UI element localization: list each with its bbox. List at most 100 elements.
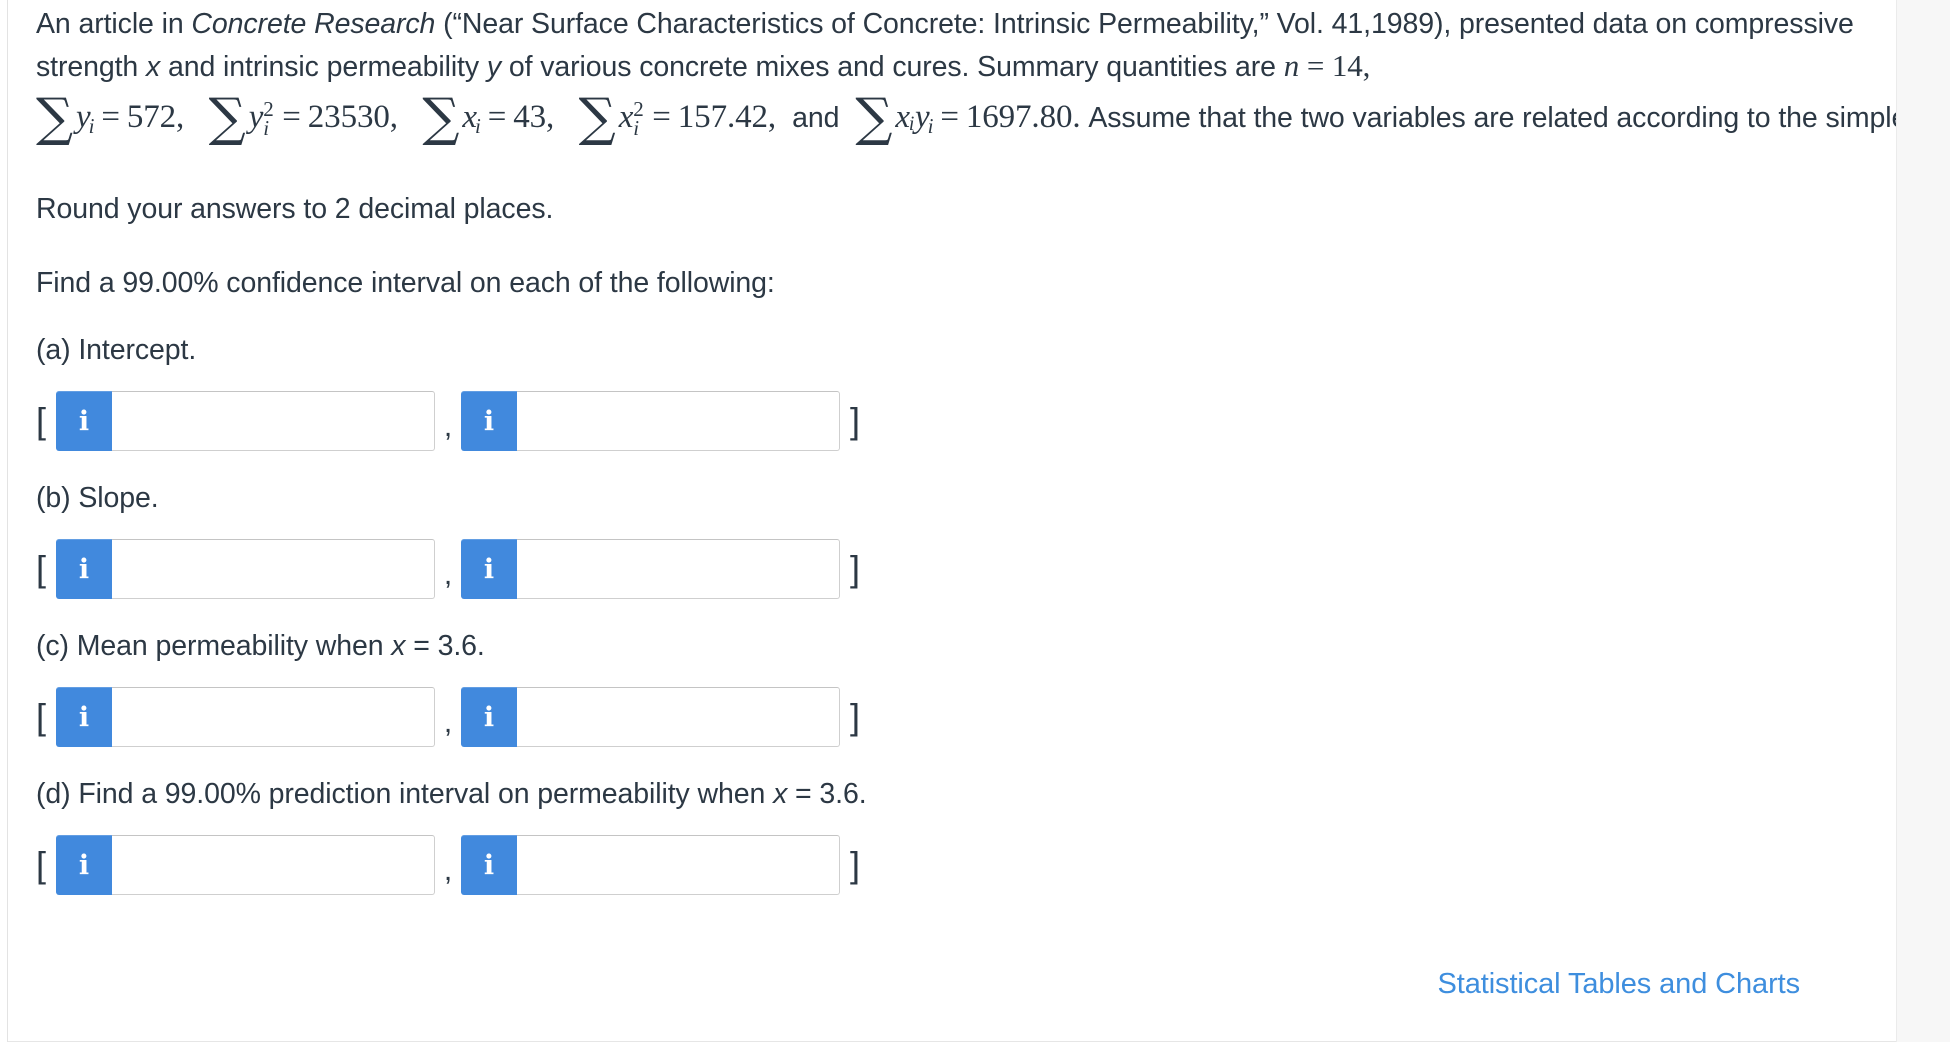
part-c-label: (c) Mean permeability when x = 3.6. xyxy=(36,628,1866,664)
summary-variable-4: x xyxy=(618,99,634,135)
question-content: An article in Concrete Research (“Near S… xyxy=(36,0,1950,896)
part-d-upper-input[interactable] xyxy=(517,835,840,896)
instruction-text: Find a 99.00% confidence interval on eac… xyxy=(36,267,775,300)
part-c-variable: x xyxy=(391,630,406,663)
summary-equals-4: = xyxy=(652,99,671,135)
summary-equals-5: = xyxy=(940,99,959,135)
info-icon-glyph: i xyxy=(78,405,90,437)
sample-size-symbol: n xyxy=(1283,48,1300,83)
summary-value-5: 1697.80. xyxy=(965,99,1081,135)
part-c-lower-input[interactable] xyxy=(112,687,435,748)
summary-variable-2: y xyxy=(248,99,264,135)
info-icon[interactable]: i xyxy=(461,391,517,452)
statistical-tables-and-charts-link[interactable]: Statistical Tables and Charts xyxy=(1438,968,1801,1000)
part-a-lower-input[interactable] xyxy=(112,391,435,452)
summary-equals-1: = xyxy=(101,99,120,135)
info-icon-glyph: i xyxy=(483,405,495,437)
info-icon-glyph: i xyxy=(483,849,495,881)
info-icon-glyph: i xyxy=(78,701,90,733)
part-c-label-pre: (c) Mean permeability when xyxy=(36,630,392,663)
info-icon[interactable]: i xyxy=(56,539,112,600)
part-b-upper-input[interactable] xyxy=(517,539,840,600)
question-page: An article in Concrete Research (“Near S… xyxy=(0,0,1950,1042)
comma-separator-c: , xyxy=(443,706,453,740)
part-d-variable: x xyxy=(773,778,788,811)
open-bracket-a: [ xyxy=(36,400,47,442)
comma-separator-a: , xyxy=(443,410,453,444)
part-d-label: (d) Find a 99.00% prediction interval on… xyxy=(36,776,1866,812)
summation-symbol-1: ∑ xyxy=(36,88,74,148)
summation-symbol-2: ∑ xyxy=(208,88,246,148)
part-b-lower-bound-group: i xyxy=(56,539,435,600)
part-b-lower-input[interactable] xyxy=(112,539,435,600)
summary-subsup-2: 2i xyxy=(263,94,275,140)
part-b-label: (b) Slope. xyxy=(36,482,159,515)
info-icon[interactable]: i xyxy=(461,835,517,896)
part-b-answer-row: [ i , i ] xyxy=(36,538,1866,600)
intro-text-1: An article in xyxy=(36,8,192,40)
summation-symbol-4: ∑ xyxy=(578,88,616,148)
part-d-label-post: = 3.6. xyxy=(787,778,867,811)
summary-variable-5: xᵢy xyxy=(895,99,930,135)
part-c-upper-input[interactable] xyxy=(517,687,840,748)
info-icon[interactable]: i xyxy=(56,391,112,452)
close-bracket-b: ] xyxy=(849,548,860,590)
summary-value-2: 23530, xyxy=(307,99,398,135)
part-d-answer-row: [ i , i ] xyxy=(36,834,1866,896)
part-c-label-post: = 3.6. xyxy=(405,630,485,663)
summation-symbol-5: ∑ xyxy=(855,88,893,148)
close-bracket-a: ] xyxy=(849,400,860,442)
info-icon[interactable]: i xyxy=(461,539,517,600)
problem-statement: An article in Concrete Research (“Near S… xyxy=(36,0,1950,152)
summary-subsup-4: 2i xyxy=(633,94,645,140)
journal-name: Concrete Research xyxy=(191,8,436,40)
part-d-label-pre: (d) Find a 99.00% prediction interval on… xyxy=(36,778,774,811)
and-word: and xyxy=(792,102,840,134)
open-bracket-b: [ xyxy=(36,548,47,590)
summary-value-1: 572, xyxy=(126,99,185,135)
comma-separator-b: , xyxy=(443,558,453,592)
right-gutter xyxy=(1896,0,1950,1042)
close-bracket-c: ] xyxy=(849,696,860,738)
info-icon[interactable]: i xyxy=(461,687,517,748)
summary-value-3: 43, xyxy=(513,99,555,135)
summary-subscript-3: i xyxy=(474,114,481,139)
info-icon-glyph: i xyxy=(78,553,90,585)
comma-separator-d: , xyxy=(443,854,453,888)
left-edge-rule xyxy=(7,0,8,1042)
summary-subscript-4: i xyxy=(633,116,639,141)
variable-y-inline: y xyxy=(486,51,501,83)
summary-equals-3: = xyxy=(487,99,507,135)
summary-subscript-1: i xyxy=(88,114,95,139)
part-d-lower-input[interactable] xyxy=(112,835,435,896)
info-icon[interactable]: i xyxy=(56,687,112,748)
part-c-answer-row: [ i , i ] xyxy=(36,686,1866,748)
part-a-label: (a) Intercept. xyxy=(36,334,197,367)
intro-tail-text: Assume that the two variables are relate… xyxy=(1088,102,1950,134)
part-a-upper-input[interactable] xyxy=(517,391,840,452)
part-c-upper-bound-group: i xyxy=(461,687,840,748)
sample-size-value: = 14, xyxy=(1306,48,1371,83)
info-icon-glyph: i xyxy=(78,849,90,881)
part-a-upper-bound-group: i xyxy=(461,391,840,452)
info-icon-glyph: i xyxy=(483,701,495,733)
summary-subscript-5: i xyxy=(927,114,934,139)
summation-symbol-3: ∑ xyxy=(422,88,460,148)
open-bracket-c: [ xyxy=(36,696,47,738)
summary-subscript-2: i xyxy=(263,116,270,141)
summary-value-4: 157.42, xyxy=(677,99,777,135)
open-bracket-d: [ xyxy=(36,844,47,886)
rounding-note: Round your answers to 2 decimal places. xyxy=(36,193,554,226)
summary-equals-2: = xyxy=(282,99,301,135)
variable-x-inline: x xyxy=(146,51,161,83)
part-d-lower-bound-group: i xyxy=(56,835,435,896)
info-icon[interactable]: i xyxy=(56,835,112,896)
intro-text-3: and intrinsic permeability xyxy=(160,51,487,83)
footer-link-container: Statistical Tables and Charts xyxy=(0,968,1844,1001)
part-c-lower-bound-group: i xyxy=(56,687,435,748)
intro-text-4: of various concrete mixes and cures. Sum… xyxy=(501,51,1284,83)
close-bracket-d: ] xyxy=(849,844,860,886)
info-icon-glyph: i xyxy=(483,553,495,585)
part-a-lower-bound-group: i xyxy=(56,391,435,452)
summary-quantities-line: ∑yi = 572, ∑y 2 i = 23530, ∑xi = 43, ∑x 2 i = 157.42… xyxy=(36,88,1950,152)
